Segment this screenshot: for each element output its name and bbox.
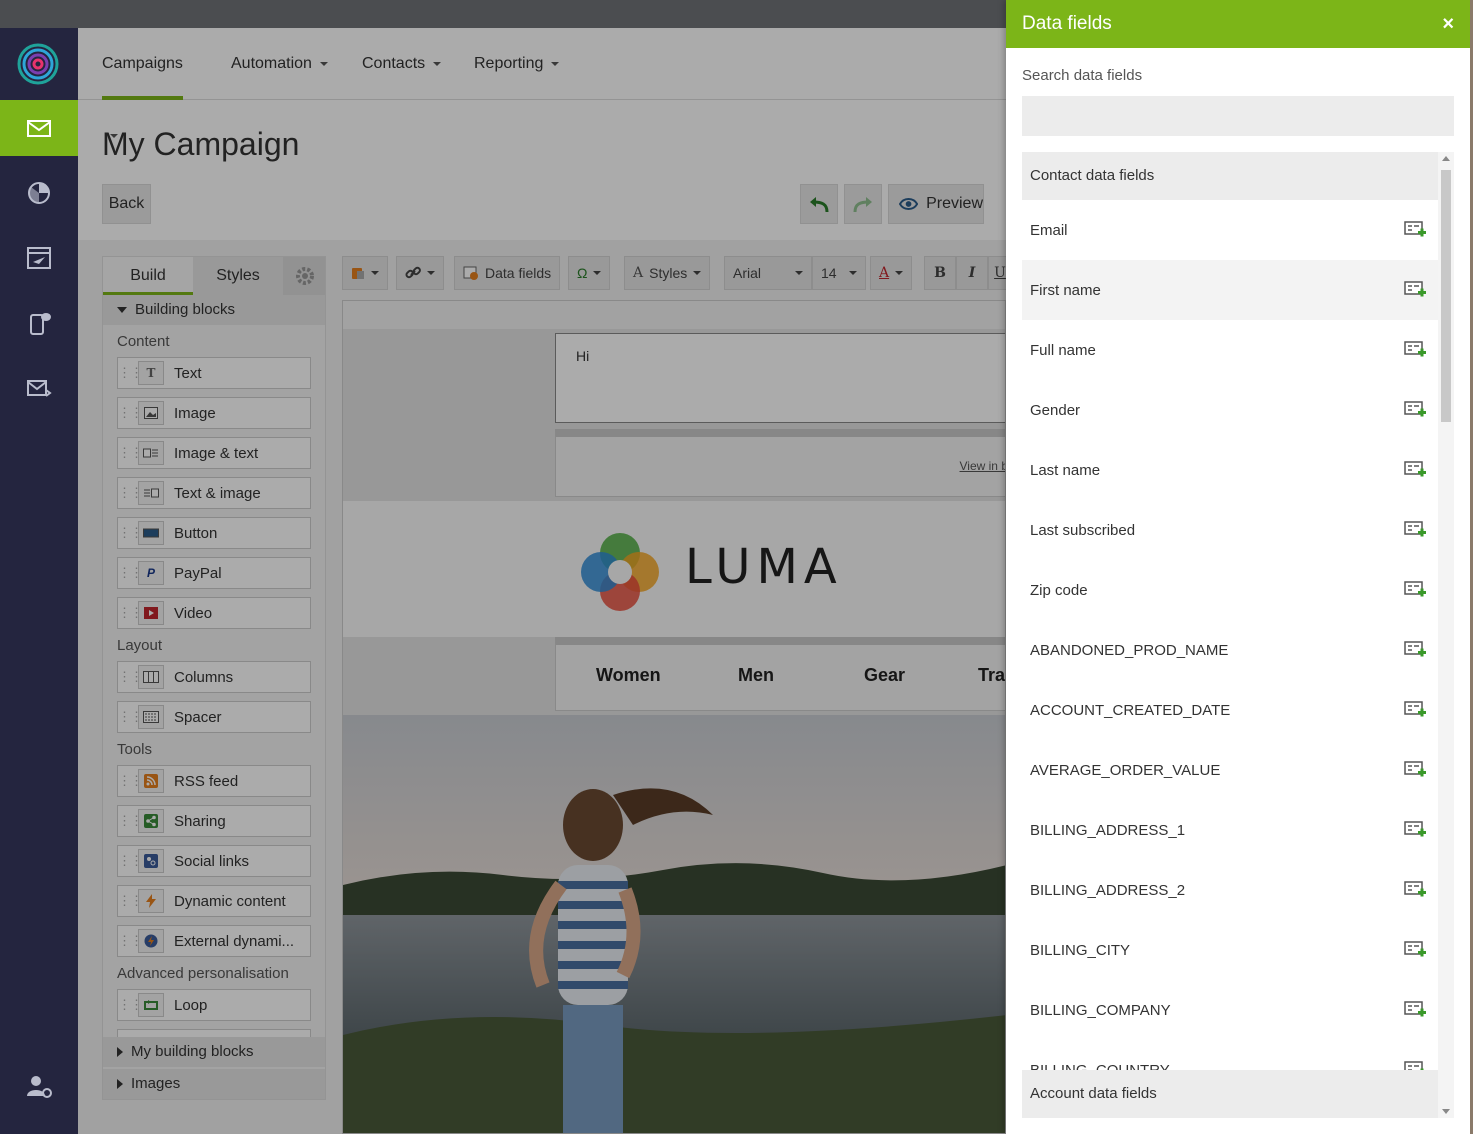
insert-field-icon[interactable] bbox=[1404, 280, 1426, 300]
modal-backdrop[interactable] bbox=[78, 28, 1006, 1134]
user-gear-icon bbox=[27, 1076, 52, 1098]
insert-field-icon[interactable] bbox=[1404, 1000, 1426, 1020]
data-field-label: Last name bbox=[1030, 461, 1101, 479]
data-field-label: BILLING_CITY bbox=[1030, 941, 1131, 959]
data-field-label: Full name bbox=[1030, 341, 1096, 359]
insert-field-icon[interactable] bbox=[1404, 220, 1426, 240]
rail-mobile[interactable] bbox=[0, 295, 78, 351]
contact-fields-header[interactable]: Contact data fields bbox=[1022, 152, 1438, 200]
rail-user-settings[interactable] bbox=[0, 1058, 78, 1114]
data-field-label: AVERAGE_ORDER_VALUE bbox=[1030, 761, 1221, 779]
insert-field-icon[interactable] bbox=[1404, 760, 1426, 780]
mobile-chat-icon bbox=[30, 313, 51, 335]
data-fields-list: Contact data fields Email First name Full … bbox=[1022, 152, 1438, 1118]
left-rail bbox=[0, 28, 78, 1134]
data-field-row[interactable]: Zip code bbox=[1022, 560, 1438, 620]
insert-field-icon[interactable] bbox=[1404, 700, 1426, 720]
data-field-label: ACCOUNT_CREATED_DATE bbox=[1030, 701, 1231, 719]
data-field-row[interactable]: BILLING_CITY bbox=[1022, 920, 1438, 980]
envelope-icon bbox=[27, 120, 51, 137]
data-field-row[interactable]: Email bbox=[1022, 200, 1438, 260]
email-code-icon bbox=[27, 380, 52, 397]
scroll-up-icon[interactable] bbox=[1442, 156, 1450, 161]
search-label: Search data fields bbox=[1022, 67, 1143, 84]
drawer-header: Data fields × bbox=[1006, 0, 1470, 48]
insert-field-icon[interactable] bbox=[1404, 880, 1426, 900]
rail-templates[interactable] bbox=[0, 360, 78, 416]
data-field-row[interactable]: ABANDONED_PROD_NAME bbox=[1022, 620, 1438, 680]
data-field-label: ABANDONED_PROD_NAME bbox=[1030, 641, 1229, 659]
insert-field-icon[interactable] bbox=[1404, 640, 1426, 660]
data-field-label: BILLING_ADDRESS_2 bbox=[1030, 881, 1186, 899]
data-field-row[interactable]: BILLING_COMPANY bbox=[1022, 980, 1438, 1040]
data-field-row[interactable]: AVERAGE_ORDER_VALUE bbox=[1022, 740, 1438, 800]
data-field-row[interactable]: ACCOUNT_CREATED_DATE bbox=[1022, 680, 1438, 740]
close-icon[interactable]: × bbox=[1442, 0, 1454, 48]
data-field-label: Gender bbox=[1030, 401, 1081, 419]
insert-field-icon[interactable] bbox=[1404, 340, 1426, 360]
insert-field-icon[interactable] bbox=[1404, 460, 1426, 480]
rail-reporting[interactable] bbox=[0, 165, 78, 221]
pie-chart-icon bbox=[28, 182, 50, 204]
data-field-row[interactable]: Last subscribed bbox=[1022, 500, 1438, 560]
data-fields-drawer: Data fields × Search data fields Contact… bbox=[1006, 0, 1470, 1134]
data-field-row[interactable]: Full name bbox=[1022, 320, 1438, 380]
rail-automation[interactable] bbox=[0, 230, 78, 286]
app-logo-icon[interactable] bbox=[17, 43, 59, 85]
drawer-title: Data fields bbox=[1022, 13, 1112, 34]
rail-campaigns[interactable] bbox=[0, 100, 78, 156]
data-field-row[interactable]: Gender bbox=[1022, 380, 1438, 440]
data-field-row[interactable]: BILLING_ADDRESS_2 bbox=[1022, 860, 1438, 920]
plane-screen-icon bbox=[27, 247, 51, 269]
data-field-label: First name bbox=[1030, 281, 1101, 299]
insert-field-icon[interactable] bbox=[1404, 400, 1426, 420]
insert-field-icon[interactable] bbox=[1404, 940, 1426, 960]
account-fields-header[interactable]: Account data fields bbox=[1022, 1070, 1438, 1118]
data-field-row[interactable]: Last name bbox=[1022, 440, 1438, 500]
data-field-label: Zip code bbox=[1030, 581, 1088, 599]
data-field-label: BILLING_COMPANY bbox=[1030, 1001, 1171, 1019]
search-input[interactable] bbox=[1022, 96, 1454, 136]
insert-field-icon[interactable] bbox=[1404, 580, 1426, 600]
scrollbar[interactable] bbox=[1438, 152, 1454, 1118]
insert-field-icon[interactable] bbox=[1404, 820, 1426, 840]
insert-field-icon[interactable] bbox=[1404, 520, 1426, 540]
data-field-row[interactable]: BILLING_ADDRESS_1 bbox=[1022, 800, 1438, 860]
scrollbar-thumb[interactable] bbox=[1441, 170, 1451, 422]
data-field-label: Email bbox=[1030, 221, 1068, 239]
data-field-row[interactable]: First name bbox=[1022, 260, 1438, 320]
data-field-label: BILLING_ADDRESS_1 bbox=[1030, 821, 1186, 839]
scroll-down-icon[interactable] bbox=[1442, 1109, 1450, 1114]
data-field-label: Last subscribed bbox=[1030, 521, 1136, 539]
